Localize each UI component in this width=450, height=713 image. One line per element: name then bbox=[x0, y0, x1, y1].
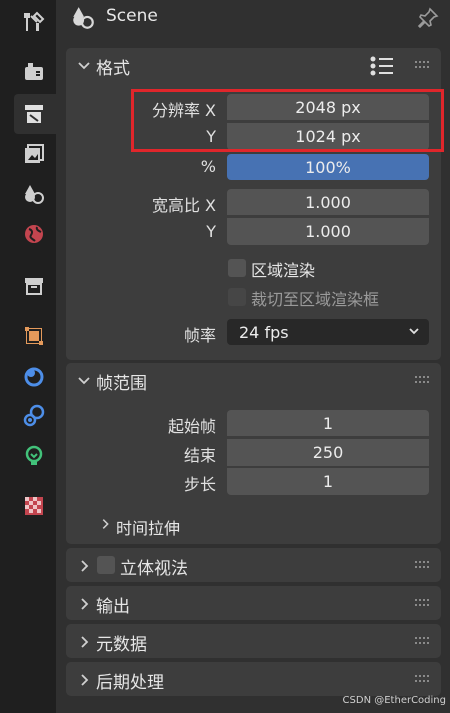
collection-icon bbox=[25, 278, 43, 295]
output-panel[interactable]: 输出 bbox=[66, 586, 441, 620]
scene-tab[interactable] bbox=[14, 174, 56, 214]
drag-grip-icon[interactable] bbox=[415, 674, 431, 684]
time-stretch-title: 时间拉伸 bbox=[116, 519, 181, 538]
context-title: Scene bbox=[106, 6, 158, 26]
metadata-panel-title: 元数据 bbox=[96, 635, 147, 655]
aspect-y-field[interactable]: 1.000 bbox=[227, 217, 429, 245]
frame-step-label: 步长 bbox=[183, 475, 216, 494]
aspect-y-label: Y bbox=[206, 222, 216, 241]
modifier-tab[interactable] bbox=[14, 356, 56, 396]
frame-start-label: 起始帧 bbox=[167, 417, 216, 436]
crop-region-checkbox[interactable] bbox=[228, 288, 246, 306]
scene-icon bbox=[73, 7, 94, 29]
render-icon bbox=[25, 63, 43, 80]
drag-grip-icon[interactable] bbox=[415, 636, 431, 646]
frame-step-field[interactable]: 1 bbox=[227, 467, 429, 495]
stereoscopy-panel[interactable]: 立体视法 bbox=[66, 548, 441, 582]
resolution-percent-label: % bbox=[200, 157, 216, 176]
frame-rate-value: 24 fps bbox=[239, 322, 289, 342]
frame-range-panel-header[interactable]: 帧范围 bbox=[66, 363, 441, 397]
frame-start-field[interactable]: 1 bbox=[227, 410, 429, 436]
frame-end-label: 结束 bbox=[183, 446, 216, 465]
physics-icon bbox=[23, 404, 45, 427]
aspect-x-label: 宽高比 X bbox=[151, 196, 216, 215]
chevron-right-icon bbox=[102, 519, 109, 529]
view-layer-icon bbox=[25, 144, 44, 163]
drag-grip-icon[interactable] bbox=[415, 375, 431, 385]
chevron-right-icon bbox=[81, 636, 89, 648]
crop-region-label: 裁切至区域渲染框 bbox=[251, 290, 380, 309]
chevron-right-icon bbox=[81, 598, 89, 610]
object-data-icon bbox=[25, 445, 43, 465]
texture-icon bbox=[25, 497, 43, 515]
drag-grip-icon[interactable] bbox=[415, 598, 431, 608]
frame-range-panel-title: 帧范围 bbox=[96, 374, 147, 394]
drag-grip-icon[interactable] bbox=[415, 560, 431, 570]
time-stretch-subpanel-header[interactable]: 时间拉伸 bbox=[96, 513, 296, 539]
pin-icon[interactable] bbox=[416, 6, 440, 30]
object-data-tab[interactable] bbox=[14, 436, 56, 476]
chevron-down-icon bbox=[78, 377, 90, 385]
format-panel-header[interactable]: 格式 bbox=[66, 48, 441, 82]
properties-tab-strip bbox=[0, 0, 56, 713]
render-region-label: 区域渲染 bbox=[251, 261, 316, 280]
chevron-down-icon bbox=[409, 328, 419, 335]
texture-tab[interactable] bbox=[14, 486, 56, 526]
render-region-checkbox[interactable] bbox=[228, 259, 246, 277]
physics-tab[interactable] bbox=[14, 396, 56, 436]
post-processing-panel[interactable]: 后期处理 bbox=[66, 662, 441, 696]
stereoscopy-checkbox[interactable] bbox=[97, 556, 115, 574]
presets-list-icon[interactable] bbox=[369, 55, 395, 77]
world-icon bbox=[25, 225, 43, 243]
watermark-text: CSDN @EtherCoding bbox=[342, 695, 446, 706]
properties-header: Scene bbox=[56, 0, 450, 38]
output-tab[interactable] bbox=[14, 94, 56, 134]
scene-icon bbox=[25, 185, 44, 204]
tool-tab[interactable] bbox=[14, 2, 56, 42]
output-panel-title: 输出 bbox=[96, 597, 130, 617]
object-icon bbox=[25, 327, 43, 345]
drag-grip-icon[interactable] bbox=[415, 60, 431, 70]
chevron-down-icon bbox=[78, 62, 90, 70]
collection-tab[interactable] bbox=[14, 266, 56, 306]
frame-end-field[interactable]: 250 bbox=[227, 438, 429, 466]
aspect-x-field[interactable]: 1.000 bbox=[227, 189, 429, 215]
tool-icon bbox=[24, 11, 45, 31]
stereoscopy-panel-title: 立体视法 bbox=[120, 559, 188, 579]
metadata-panel[interactable]: 元数据 bbox=[66, 624, 441, 658]
object-tab[interactable] bbox=[14, 316, 56, 356]
post-processing-panel-title: 后期处理 bbox=[96, 673, 164, 693]
world-tab[interactable] bbox=[14, 214, 56, 254]
format-panel-title: 格式 bbox=[96, 59, 130, 79]
view-layer-tab[interactable] bbox=[14, 134, 56, 174]
frame-rate-label: 帧率 bbox=[183, 326, 216, 345]
render-tab[interactable] bbox=[14, 52, 56, 92]
output-icon bbox=[25, 105, 43, 123]
frame-range-panel: 帧范围 起始帧 1 结束 250 步长 1 时间拉伸 bbox=[66, 363, 441, 544]
resolution-highlight-box bbox=[131, 89, 444, 152]
frame-rate-dropdown[interactable]: 24 fps bbox=[227, 319, 429, 345]
chevron-right-icon bbox=[81, 560, 89, 572]
chevron-right-icon bbox=[81, 674, 89, 686]
modifier-icon bbox=[24, 367, 44, 387]
resolution-percent-slider[interactable]: 100% bbox=[227, 154, 429, 180]
